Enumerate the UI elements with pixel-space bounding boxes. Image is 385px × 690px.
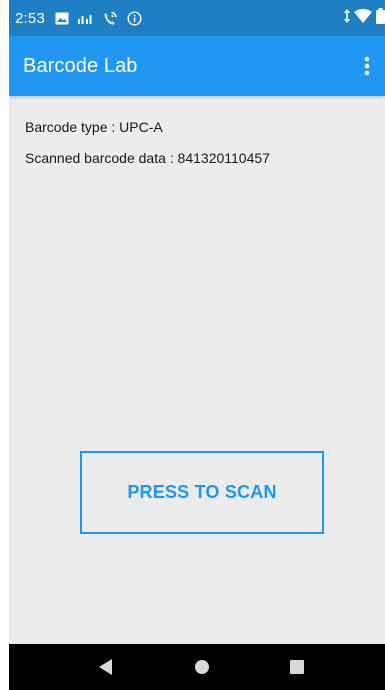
data-arrows-icon	[344, 9, 350, 27]
app-screen: 2:53 Barcode Lab Barcode type: UPC-A Sc…	[9, 0, 385, 690]
signal-bars-icon	[78, 12, 93, 24]
status-time: 2:53	[15, 9, 45, 27]
battery-icon	[376, 8, 385, 28]
wifi-calling-icon	[102, 11, 118, 26]
recents-icon[interactable]	[267, 644, 327, 690]
home-icon[interactable]	[172, 644, 232, 690]
more-vert-icon[interactable]	[355, 50, 379, 82]
main-content: Barcode type : UPC-A Scanned barcode dat…	[9, 96, 385, 644]
info-icon	[127, 10, 142, 26]
back-icon[interactable]	[76, 644, 136, 690]
status-bar: 2:53	[9, 0, 385, 36]
wifi-icon	[354, 9, 372, 27]
barcode-type-text: Barcode type : UPC-A	[25, 119, 163, 135]
status-right-icons	[344, 8, 385, 28]
press-to-scan-button[interactable]: PRESS TO SCAN	[80, 451, 324, 534]
scanned-data-text: Scanned barcode data : 841320110457	[25, 150, 270, 166]
image-icon	[55, 12, 69, 25]
app-title: Barcode Lab	[23, 54, 138, 77]
app-bar: Barcode Lab	[9, 36, 385, 96]
navigation-bar	[9, 644, 385, 690]
